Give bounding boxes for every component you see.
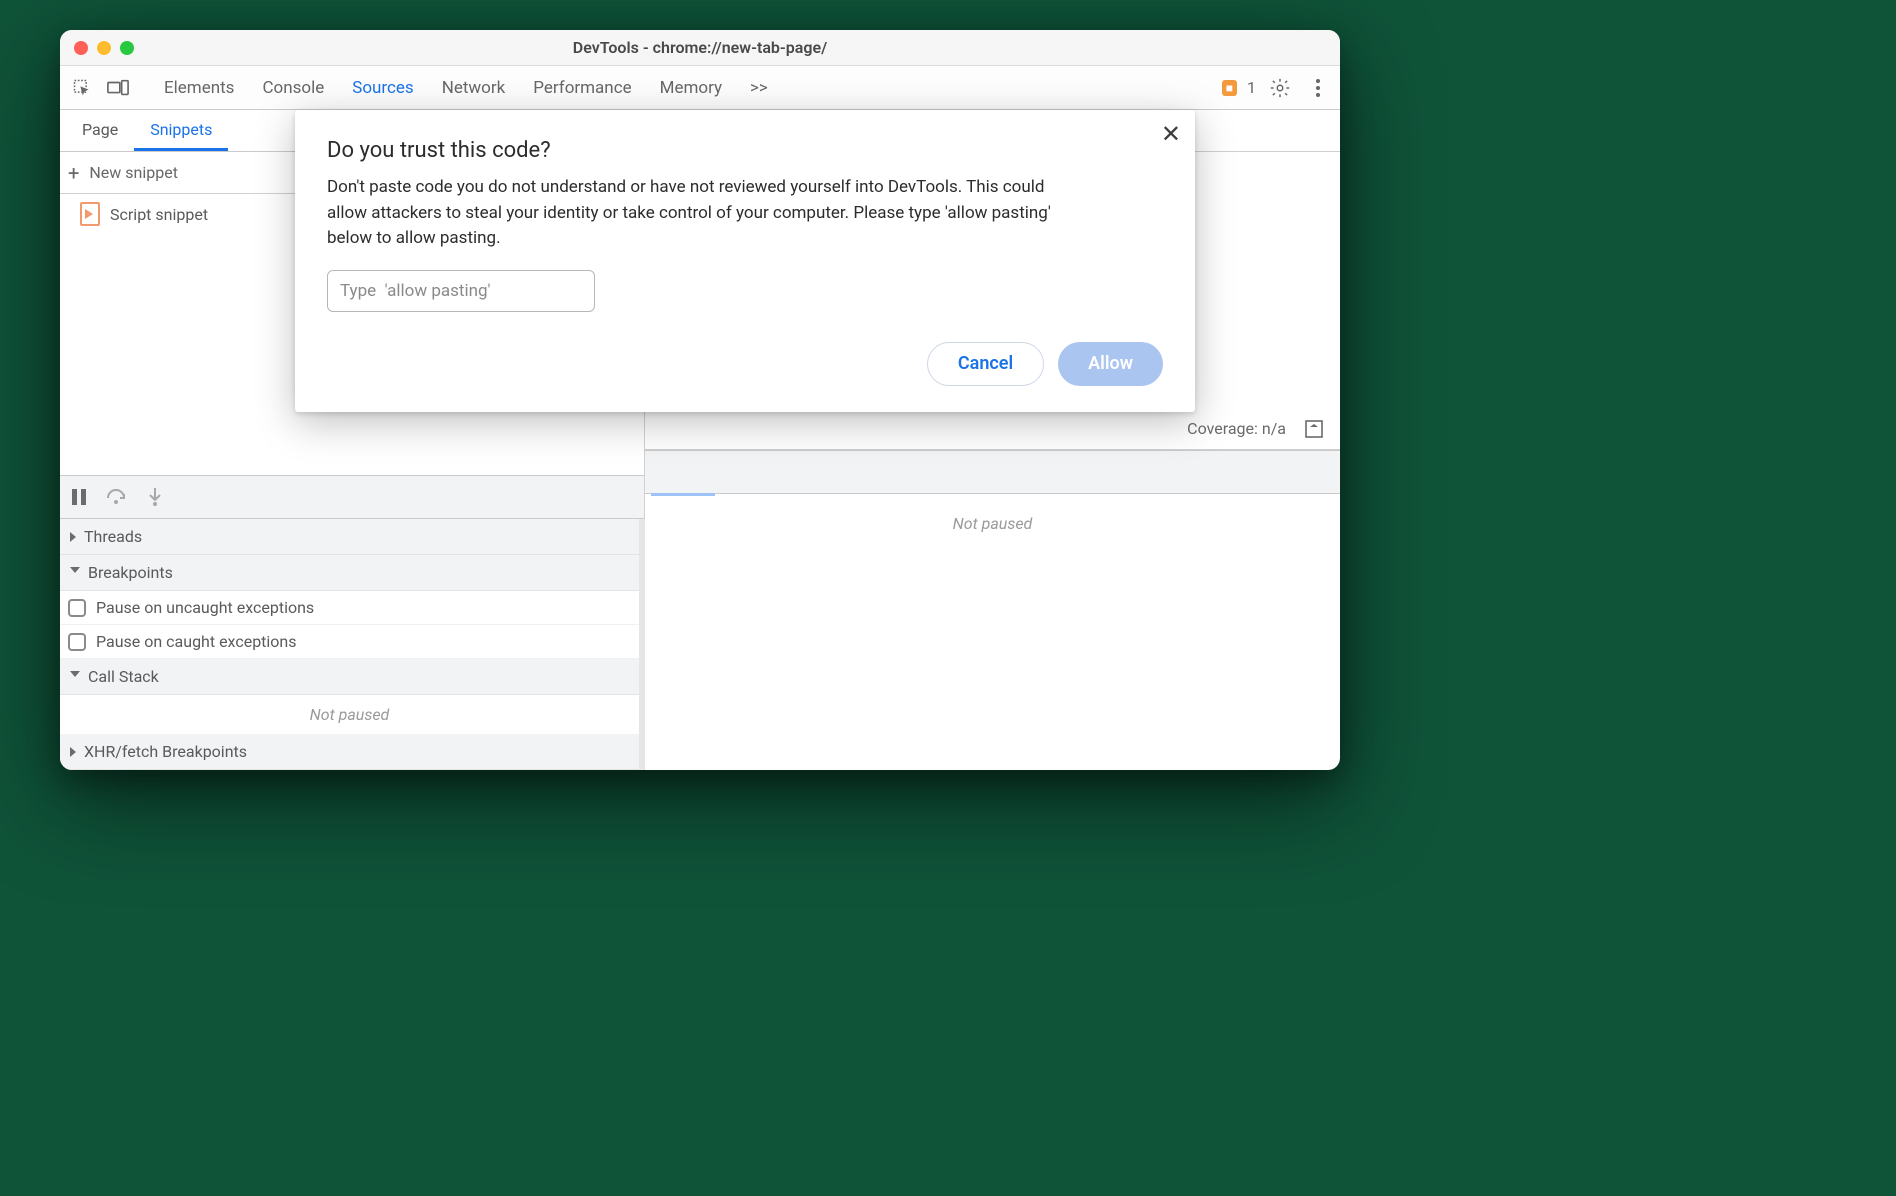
checkbox-icon[interactable] [68,599,86,617]
section-call-stack[interactable]: Call Stack [60,659,639,695]
pause-uncaught-row[interactable]: Pause on uncaught exceptions [60,591,639,625]
checkbox-icon[interactable] [68,633,86,651]
section-xhr-breakpoints[interactable]: XHR/fetch Breakpoints [60,734,639,770]
snippet-file-icon [80,202,100,226]
tab-network[interactable]: Network [442,78,506,98]
section-threads[interactable]: Threads [60,519,639,555]
gear-icon[interactable] [1266,74,1294,102]
scope-watch-pane: Not paused [645,494,1340,770]
section-label: Breakpoints [88,563,173,582]
cancel-button[interactable]: Cancel [927,342,1044,386]
title-bar: DevTools - chrome://new-tab-page/ [60,30,1340,66]
section-label: XHR/fetch Breakpoints [84,742,247,761]
sub-tab-page[interactable]: Page [66,110,134,151]
device-toolbar-icon[interactable] [104,74,132,102]
step-into-icon[interactable] [144,486,166,508]
allow-pasting-input[interactable] [327,270,595,312]
inspect-icon[interactable] [68,74,96,102]
coverage-status: Coverage: n/a [1187,419,1286,438]
caret-right-icon [70,532,76,542]
dialog-title: Do you trust this code? [327,138,1163,163]
close-window-button[interactable] [74,41,88,55]
call-stack-status: Not paused [60,695,639,734]
right-pane-status: Not paused [953,514,1033,533]
checkbox-label: Pause on uncaught exceptions [96,598,314,617]
close-icon[interactable]: ✕ [1161,122,1181,146]
issues-badge-icon[interactable]: ■ [1222,80,1237,96]
main-toolbar: Elements Console Sources Network Perform… [60,66,1340,110]
tab-elements[interactable]: Elements [164,78,234,98]
window-title: DevTools - chrome://new-tab-page/ [60,38,1340,57]
caret-right-icon [70,747,76,757]
plus-icon[interactable]: + [68,161,79,185]
snippet-name: Script snippet [110,205,208,224]
step-over-icon[interactable] [106,486,128,508]
maximize-window-button[interactable] [120,41,134,55]
section-label: Threads [84,527,142,546]
panel-tabs: Elements Console Sources Network Perform… [164,78,1214,98]
tab-console[interactable]: Console [262,78,324,98]
devtools-window: DevTools - chrome://new-tab-page/ Elemen… [60,30,1340,770]
debug-sections: Threads Breakpoints Pause on uncaught ex… [60,519,645,770]
pause-caught-row[interactable]: Pause on caught exceptions [60,625,639,659]
tab-sources[interactable]: Sources [352,78,413,98]
tab-overflow[interactable]: >> [750,78,768,98]
new-snippet-button[interactable]: New snippet [89,163,178,182]
caret-down-icon [70,671,80,682]
allow-button[interactable]: Allow [1058,342,1163,386]
tab-performance[interactable]: Performance [533,78,631,98]
section-breakpoints[interactable]: Breakpoints [60,555,639,591]
more-icon[interactable] [1304,74,1332,102]
toolbar-right: ■ 1 [1222,74,1332,102]
tab-memory[interactable]: Memory [660,78,722,98]
window-controls [74,41,134,55]
dialog-actions: Cancel Allow [327,342,1163,386]
issues-count[interactable]: 1 [1247,78,1256,97]
minimize-window-button[interactable] [97,41,111,55]
debugger-toolbar [60,475,644,519]
section-label: Call Stack [88,667,159,686]
dialog-body: Don't paste code you do not understand o… [327,175,1087,252]
trust-code-dialog: ✕ Do you trust this code? Don't paste co… [295,110,1195,412]
sub-tab-snippets[interactable]: Snippets [134,110,228,151]
debugger-toolbar-right [645,450,1340,494]
pause-icon[interactable] [68,486,90,508]
checkbox-label: Pause on caught exceptions [96,632,297,651]
caret-down-icon [70,567,80,578]
expand-icon[interactable] [1300,415,1328,443]
status-bar: Coverage: n/a [645,408,1340,450]
